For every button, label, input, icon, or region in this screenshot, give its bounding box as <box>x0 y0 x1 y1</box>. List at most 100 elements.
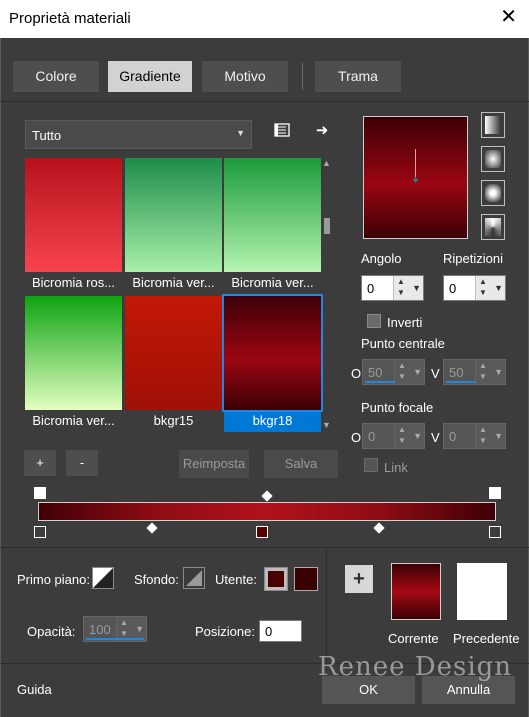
foreground-button[interactable] <box>92 567 114 589</box>
rectangular-type-button[interactable] <box>481 146 505 172</box>
list-item[interactable]: Bicromia ver... <box>224 158 321 294</box>
tab-gradiente[interactable]: Gradiente <box>108 61 192 92</box>
list-item[interactable]: Bicromia ros... <box>25 158 122 294</box>
center-h-stepper[interactable]: 50 ▲ ▼ ▼ <box>362 359 425 385</box>
stepper-arrows[interactable]: ▲ ▼ ▼ <box>394 424 424 448</box>
list-item[interactable]: bkgr15 <box>125 296 222 432</box>
top-stop-marker-left[interactable] <box>34 487 46 499</box>
angle-label: Angolo <box>361 251 402 266</box>
focal-v-value: 0 <box>449 429 457 444</box>
angle-stepper[interactable]: 0 ▲ ▼ ▼ <box>361 275 424 301</box>
window-title: Proprietà materiali <box>9 10 131 27</box>
stepper-arrows[interactable]: ▲ ▼ ▼ <box>394 360 424 384</box>
foreground-gradient-icon <box>93 568 113 588</box>
list-item[interactable]: Bicromia ver... <box>125 158 222 294</box>
top-stop-marker-right[interactable] <box>489 487 501 499</box>
library-manager-icon[interactable] <box>270 121 294 145</box>
radial-gradient-icon <box>485 218 501 236</box>
chevron-down-icon[interactable]: ▼ <box>322 420 331 430</box>
stepper-arrows[interactable]: ▲ ▼ ▼ <box>475 276 505 300</box>
gradient-swatch <box>224 158 321 272</box>
tab-trama[interactable]: Trama <box>315 61 401 92</box>
category-dropdown[interactable]: Tutto ▼ <box>25 120 252 149</box>
tab-motivo[interactable]: Motivo <box>202 61 288 92</box>
opacity-value: 100 <box>89 622 111 637</box>
gradient-swatch <box>222 294 323 412</box>
invert-label: Inverti <box>387 315 423 330</box>
sunburst-gradient-icon <box>485 184 501 202</box>
stepper-arrows[interactable]: ▲ ▼ ▼ <box>393 276 423 300</box>
link-checkbox[interactable] <box>364 458 378 472</box>
focal-h-value: 0 <box>368 429 376 444</box>
opacity-label: Opacità: <box>27 624 76 639</box>
reset-button[interactable]: Reimposta <box>179 450 249 478</box>
watermark: Renee Design <box>318 652 513 682</box>
current-material-swatch <box>391 563 441 620</box>
add-gradient-button[interactable]: + <box>24 450 56 476</box>
gradient-name: Bicromia ver... <box>132 275 215 290</box>
linear-type-button[interactable] <box>481 112 505 138</box>
tab-colore[interactable]: Colore <box>13 61 99 92</box>
gradient-swatch <box>125 158 222 272</box>
gradient-name: Bicromia ros... <box>31 275 116 290</box>
focal-v-stepper[interactable]: 0 ▲ ▼ ▼ <box>443 423 506 449</box>
chevron-up-icon[interactable]: ▲ <box>322 158 331 168</box>
user-label: Utente: <box>215 572 257 587</box>
center-point-label: Punto centrale <box>361 336 445 351</box>
opacity-stepper[interactable]: 100 ▲ ▼ ▼ <box>83 616 147 642</box>
center-v-label: V <box>431 366 440 381</box>
gradient-preview[interactable]: ✦ <box>363 116 468 239</box>
center-point-icon[interactable]: ✦ <box>411 174 420 187</box>
user-color-button-1[interactable] <box>264 567 288 591</box>
rectangular-gradient-icon <box>485 150 501 168</box>
gradient-swatch <box>25 296 122 410</box>
divider <box>0 101 529 102</box>
list-item-selected[interactable]: bkgr18 <box>222 294 323 432</box>
stepper-arrows[interactable]: ▲ ▼ ▼ <box>475 424 505 448</box>
focal-h-stepper[interactable]: 0 ▲ ▼ ▼ <box>362 423 425 449</box>
center-v-value: 50 <box>449 365 464 380</box>
focal-point-label: Punto focale <box>361 400 434 415</box>
center-v-stepper[interactable]: 50 ▲ ▼ ▼ <box>443 359 506 385</box>
radial-type-button[interactable] <box>481 214 505 240</box>
gradient-name: Bicromia ver... <box>32 413 115 428</box>
help-link[interactable]: Guida <box>17 682 52 697</box>
background-label: Sfondo: <box>134 572 179 587</box>
angle-handle[interactable] <box>415 149 416 177</box>
gradient-swatch <box>125 296 222 410</box>
value-bar <box>365 381 395 383</box>
center-h-value: 50 <box>368 365 383 380</box>
sunburst-type-button[interactable] <box>481 180 505 206</box>
previous-label: Precedente <box>453 631 520 646</box>
color-stop-marker-center[interactable] <box>256 526 268 538</box>
remove-gradient-button[interactable]: - <box>66 450 98 476</box>
link-label: Link <box>384 460 408 475</box>
grid-scrollbar[interactable]: ▲ ▼ <box>321 158 333 434</box>
gradient-name: bkgr18 <box>224 412 321 432</box>
divider <box>0 547 529 548</box>
position-value: 0 <box>265 624 273 639</box>
current-label: Corrente <box>388 631 439 646</box>
angle-value: 0 <box>367 281 375 296</box>
arrow-right-icon[interactable]: ➜ <box>310 119 334 143</box>
background-button[interactable] <box>183 567 205 589</box>
repeats-stepper[interactable]: 0 ▲ ▼ ▼ <box>443 275 506 301</box>
position-input[interactable]: 0 <box>259 620 302 642</box>
add-swatch-button[interactable]: + <box>345 565 373 593</box>
save-button[interactable]: Salva <box>264 450 338 478</box>
stepper-arrows[interactable]: ▲ ▼ ▼ <box>475 360 505 384</box>
invert-checkbox[interactable] <box>367 314 381 328</box>
vertical-divider <box>326 548 327 663</box>
category-value: Tutto <box>32 128 62 143</box>
close-icon[interactable]: ✕ <box>500 6 517 28</box>
color-stop-marker-left[interactable] <box>34 526 46 538</box>
user-color-button-2[interactable] <box>294 567 318 591</box>
color-stop-marker-right[interactable] <box>489 526 501 538</box>
list-item[interactable]: Bicromia ver... <box>25 296 122 432</box>
repeats-value: 0 <box>449 281 457 296</box>
foreground-label: Primo piano: <box>17 572 90 587</box>
gradient-library-grid: Bicromia ros... Bicromia ver... Bicromia… <box>25 158 323 434</box>
scrollbar-thumb[interactable] <box>324 218 330 234</box>
previous-material-swatch[interactable] <box>457 563 507 620</box>
gradient-editor-bar[interactable] <box>38 502 496 521</box>
